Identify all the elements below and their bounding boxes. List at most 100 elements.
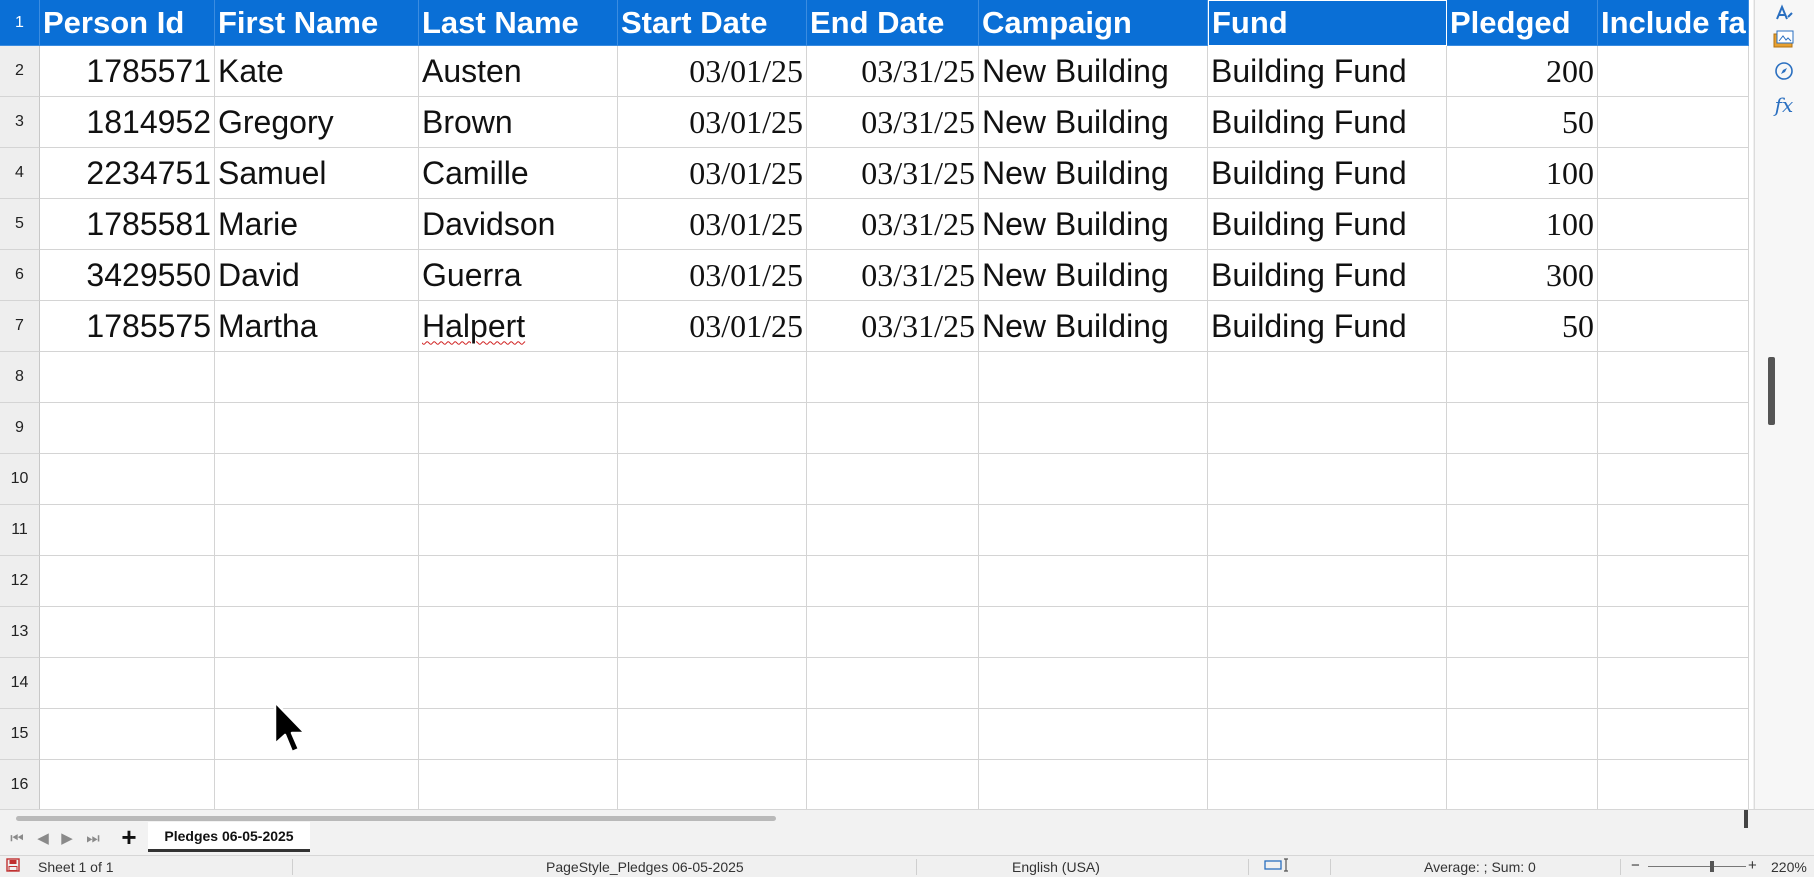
column-header[interactable]: Campaign <box>979 0 1208 46</box>
empty-cell[interactable] <box>1447 556 1598 607</box>
empty-cell[interactable] <box>1447 760 1598 809</box>
previous-sheet-icon[interactable]: ◀ <box>34 827 52 849</box>
empty-cell[interactable] <box>1598 352 1749 403</box>
language-status[interactable]: English (USA) <box>1012 859 1100 875</box>
empty-cell[interactable] <box>1447 607 1598 658</box>
table-cell[interactable]: New Building <box>979 250 1208 301</box>
table-cell[interactable]: 200 <box>1447 46 1598 97</box>
empty-cell[interactable] <box>807 658 979 709</box>
table-cell[interactable]: 50 <box>1447 301 1598 352</box>
empty-cell[interactable] <box>1598 454 1749 505</box>
empty-cell[interactable] <box>1208 607 1447 658</box>
column-header[interactable]: Start Date <box>618 0 807 46</box>
empty-cell[interactable] <box>618 403 807 454</box>
empty-cell[interactable] <box>979 658 1208 709</box>
empty-cell[interactable] <box>979 556 1208 607</box>
empty-cell[interactable] <box>807 352 979 403</box>
row-header[interactable]: 9 <box>0 403 40 454</box>
empty-cell[interactable] <box>40 556 215 607</box>
table-cell[interactable]: 300 <box>1447 250 1598 301</box>
table-cell[interactable]: Martha <box>215 301 419 352</box>
selection-summary[interactable]: Average: ; Sum: 0 <box>1424 859 1536 875</box>
zoom-slider-knob[interactable] <box>1710 861 1714 872</box>
empty-cell[interactable] <box>215 607 419 658</box>
row-header[interactable]: 3 <box>0 97 40 148</box>
empty-cell[interactable] <box>1447 454 1598 505</box>
table-cell[interactable]: Kate <box>215 46 419 97</box>
table-cell[interactable]: Building Fund <box>1208 199 1447 250</box>
table-cell[interactable]: 1785571 <box>40 46 215 97</box>
table-cell[interactable]: 3429550 <box>40 250 215 301</box>
table-cell[interactable]: 03/01/25 <box>618 148 807 199</box>
empty-cell[interactable] <box>618 607 807 658</box>
zoom-slider[interactable] <box>1648 866 1746 867</box>
spreadsheet-grid[interactable]: 1 Person Id First Name Last Name Start Date E… <box>0 0 1749 809</box>
empty-cell[interactable] <box>979 352 1208 403</box>
empty-cell[interactable] <box>419 658 618 709</box>
table-cell[interactable] <box>1598 97 1749 148</box>
table-cell[interactable] <box>1598 301 1749 352</box>
zoom-in-button[interactable]: + <box>1748 857 1757 874</box>
plus-icon[interactable]: + <box>116 822 142 852</box>
empty-cell[interactable] <box>1447 352 1598 403</box>
table-cell[interactable]: Guerra <box>419 250 618 301</box>
column-header[interactable]: Person Id <box>40 0 215 46</box>
empty-cell[interactable] <box>215 556 419 607</box>
table-cell[interactable]: 03/31/25 <box>807 148 979 199</box>
empty-cell[interactable] <box>40 607 215 658</box>
empty-cell[interactable] <box>1598 607 1749 658</box>
save-status-icon[interactable] <box>6 858 20 875</box>
empty-cell[interactable] <box>618 505 807 556</box>
empty-cell[interactable] <box>1447 505 1598 556</box>
empty-cell[interactable] <box>215 454 419 505</box>
row-header[interactable]: 1 <box>0 0 40 46</box>
empty-cell[interactable] <box>419 505 618 556</box>
empty-cell[interactable] <box>40 454 215 505</box>
sidebar-toggle-handle[interactable] <box>1768 357 1775 425</box>
empty-cell[interactable] <box>979 760 1208 809</box>
table-cell[interactable]: David <box>215 250 419 301</box>
row-header[interactable]: 13 <box>0 607 40 658</box>
empty-cell[interactable] <box>40 352 215 403</box>
table-cell[interactable]: 03/31/25 <box>807 301 979 352</box>
sheet-position[interactable]: Sheet 1 of 1 <box>38 859 114 875</box>
empty-cell[interactable] <box>215 658 419 709</box>
row-header[interactable]: 2 <box>0 46 40 97</box>
empty-cell[interactable] <box>1208 352 1447 403</box>
table-cell[interactable]: New Building <box>979 148 1208 199</box>
column-header[interactable]: End Date <box>807 0 979 46</box>
empty-cell[interactable] <box>215 760 419 809</box>
row-header[interactable]: 14 <box>0 658 40 709</box>
table-cell[interactable]: Marie <box>215 199 419 250</box>
empty-cell[interactable] <box>419 607 618 658</box>
row-header[interactable]: 12 <box>0 556 40 607</box>
empty-cell[interactable] <box>419 556 618 607</box>
table-cell[interactable]: 100 <box>1447 148 1598 199</box>
table-cell[interactable]: 03/31/25 <box>807 250 979 301</box>
table-cell[interactable]: 50 <box>1447 97 1598 148</box>
empty-cell[interactable] <box>618 352 807 403</box>
table-cell[interactable]: 03/31/25 <box>807 97 979 148</box>
sheet-tab-pledges[interactable]: Pledges 06-05-2025 <box>148 822 310 852</box>
empty-cell[interactable] <box>618 760 807 809</box>
row-header[interactable]: 6 <box>0 250 40 301</box>
empty-cell[interactable] <box>1208 709 1447 760</box>
empty-cell[interactable] <box>807 403 979 454</box>
zoom-level[interactable]: 220% <box>1771 859 1807 875</box>
empty-cell[interactable] <box>1598 403 1749 454</box>
table-cell[interactable]: 2234751 <box>40 148 215 199</box>
empty-cell[interactable] <box>40 403 215 454</box>
table-cell[interactable]: Gregory <box>215 97 419 148</box>
empty-cell[interactable] <box>618 658 807 709</box>
empty-cell[interactable] <box>215 505 419 556</box>
table-cell[interactable]: 100 <box>1447 199 1598 250</box>
table-cell[interactable]: 03/01/25 <box>618 301 807 352</box>
next-sheet-icon[interactable]: ▶ <box>58 827 76 849</box>
horizontal-scrollbar-splitter[interactable] <box>1744 810 1748 828</box>
empty-cell[interactable] <box>419 709 618 760</box>
empty-cell[interactable] <box>807 760 979 809</box>
page-style[interactable]: PageStyle_Pledges 06-05-2025 <box>546 859 744 875</box>
table-cell[interactable]: Building Fund <box>1208 250 1447 301</box>
row-header[interactable]: 15 <box>0 709 40 760</box>
table-cell[interactable]: 1785575 <box>40 301 215 352</box>
